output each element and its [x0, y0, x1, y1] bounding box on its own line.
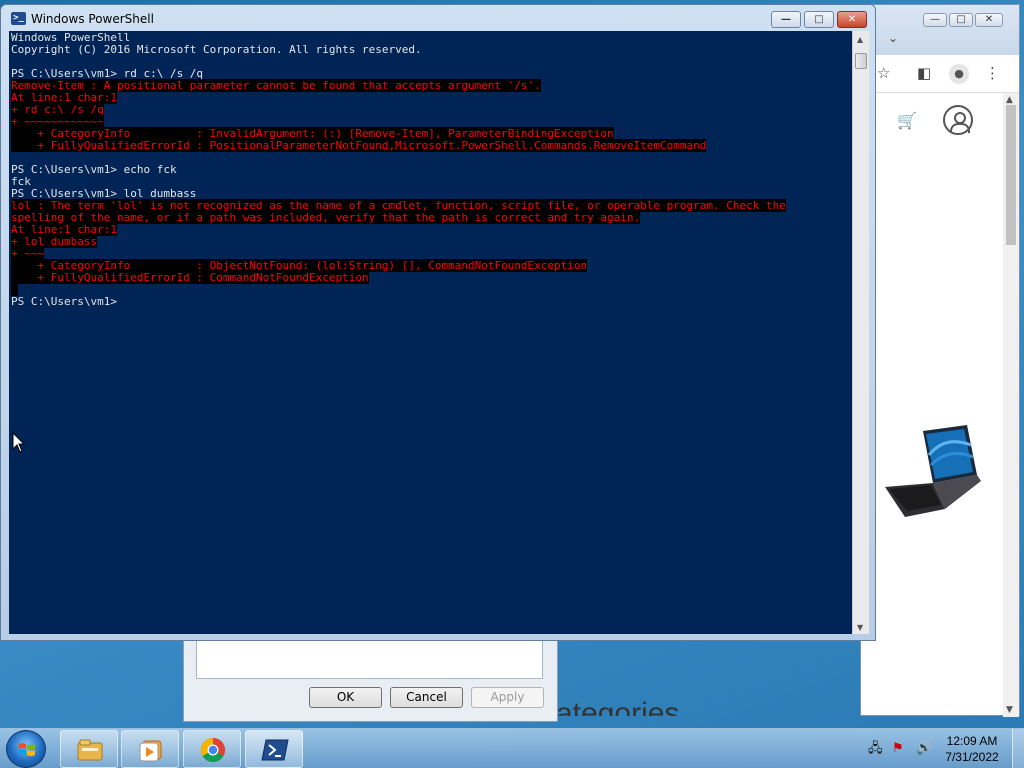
volume-icon[interactable]: 🔊	[916, 741, 932, 757]
console-lines: Windows PowerShell Copyright (C) 2016 Mic…	[11, 32, 786, 308]
console-error-line: Remove-Item : A positional parameter can…	[11, 79, 786, 92]
dialog-text-area[interactable]	[196, 641, 543, 679]
star-icon[interactable]: ☆	[877, 65, 890, 81]
account-icon[interactable]	[943, 105, 973, 135]
folder-icon	[77, 739, 103, 761]
scroll-up-arrow-icon[interactable]: ▲	[857, 35, 863, 44]
scroll-thumb[interactable]	[1006, 105, 1016, 245]
profile-icon[interactable]: ●	[949, 64, 969, 84]
windows-logo-icon	[19, 743, 35, 756]
console-line-text: Copyright (C) 2016 Microsoft Corporation…	[11, 43, 422, 56]
browser-close-button[interactable]: ✕	[975, 13, 1003, 27]
clock[interactable]: 12:09 AM 7/31/2022	[936, 733, 1008, 765]
console-error-line: + FullyQualifiedErrorId : CommandNotFoun…	[11, 271, 786, 284]
console-error-line: + rd c:\ /s /q	[11, 103, 786, 116]
clock-time: 12:09 AM	[946, 734, 998, 748]
ok-button[interactable]: OK	[309, 687, 382, 708]
powershell-icon: >_	[11, 12, 26, 25]
scroll-down-arrow-icon[interactable]: ▼	[857, 623, 863, 632]
page-heading-partial: ategories	[556, 697, 680, 716]
minimize-button[interactable]: —	[771, 11, 801, 28]
browser-window: — □ ✕ ⌄ ☆ ◧ ● ⋮ 🛒 ▲ ▼	[860, 4, 1020, 717]
taskbar-powershell[interactable]	[245, 730, 303, 768]
console-error-line: + FullyQualifiedErrorId : PositionalPara…	[11, 139, 786, 152]
console-line: PS C:\Users\vm1> echo fck	[11, 164, 786, 176]
console-error-line: At line:1 char:1	[11, 223, 786, 236]
chrome-icon	[200, 738, 226, 763]
console-line: Copyright (C) 2016 Microsoft Corporation…	[11, 44, 786, 56]
menu-icon[interactable]: ⋮	[985, 65, 1000, 81]
scroll-up-arrow-icon[interactable]: ▲	[1006, 95, 1013, 105]
tab-list-chevron-icon[interactable]: ⌄	[888, 31, 898, 45]
action-center-flag-icon[interactable]: ⚑	[892, 741, 904, 757]
laptop-image	[885, 425, 981, 517]
taskbar: 🖧 ⚑ 🔊 12:09 AM 7/31/2022	[0, 728, 1024, 768]
browser-toolbar: ☆ ◧ ● ⋮	[861, 55, 1019, 93]
browser-titlebar: — □ ✕ ⌄	[861, 5, 1019, 55]
clock-date: 7/31/2022	[945, 750, 999, 764]
taskbar-chrome[interactable]	[183, 730, 241, 768]
close-button[interactable]: ✕	[837, 11, 867, 28]
console-error-line: spelling of the name, or if a path was i…	[11, 211, 786, 224]
apply-button[interactable]: Apply	[471, 687, 544, 708]
browser-page: 🛒	[877, 93, 997, 717]
scroll-down-arrow-icon[interactable]: ▼	[1006, 705, 1013, 715]
sidebar-icon[interactable]: ◧	[917, 65, 931, 81]
browser-maximize-button[interactable]: □	[949, 13, 973, 27]
start-button[interactable]	[6, 730, 46, 768]
properties-dialog: OK Cancel Apply	[183, 640, 558, 722]
cart-icon[interactable]: 🛒	[897, 111, 917, 130]
console-line-text: PS C:\Users\vm1> echo fck	[11, 163, 177, 176]
mouse-cursor-icon	[12, 432, 26, 453]
powershell-icon	[261, 739, 289, 761]
console-scrollbar[interactable]: ▲ ▼	[852, 31, 869, 634]
console-line-text: + FullyQualifiedErrorId : CommandNotFoun…	[11, 271, 369, 284]
browser-scrollbar[interactable]: ▲ ▼	[1003, 93, 1019, 717]
console-line-text: PS C:\Users\vm1>	[11, 295, 117, 308]
console-error-line: + lol dumbass	[11, 235, 786, 248]
network-icon[interactable]: 🖧	[868, 741, 883, 757]
cancel-button[interactable]: Cancel	[390, 687, 463, 708]
maximize-button[interactable]: □	[804, 11, 834, 28]
show-desktop-button[interactable]	[1012, 729, 1024, 768]
console-line: PS C:\Users\vm1>	[11, 296, 786, 308]
console-error-line: At line:1 char:1	[11, 91, 786, 104]
scroll-thumb[interactable]	[855, 53, 867, 69]
window-title: Windows PowerShell	[31, 12, 154, 26]
browser-minimize-button[interactable]: —	[923, 13, 947, 27]
media-player-icon	[139, 740, 162, 762]
taskbar-media-player[interactable]	[121, 730, 179, 768]
console-output[interactable]: Windows PowerShell Copyright (C) 2016 Mic…	[9, 31, 852, 634]
powershell-window: >_ Windows PowerShell — □ ✕ Windows Powe…	[0, 4, 876, 641]
console-line-text: + FullyQualifiedErrorId : PositionalPara…	[11, 139, 707, 152]
taskbar-file-explorer[interactable]	[60, 730, 118, 768]
console-error-line	[11, 283, 786, 296]
